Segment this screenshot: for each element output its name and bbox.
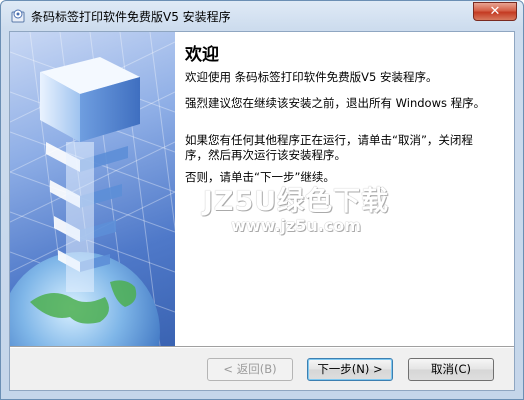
banner-illustration — [10, 32, 175, 346]
title-bar[interactable]: 条码标签打印软件免费版V5 安装程序 ✕ — [1, 1, 523, 31]
wizard-banner-image — [10, 32, 175, 346]
watermark-logo-text: JZ5U绿色下载 — [202, 186, 390, 217]
close-icon: ✕ — [489, 4, 501, 19]
installer-window: 条码标签打印软件免费版V5 安装程序 ✕ 欢迎 欢迎使用 条码标签打印软件免费版… — [0, 0, 524, 400]
site-watermark: JZ5U绿色下载 www.jz5u.com — [191, 179, 401, 235]
cancel-button[interactable]: 取消(C) — [408, 358, 494, 381]
advice-text: 强烈建议您在继续该安装之前，退出所有 Windows 程序。 — [185, 96, 486, 110]
installer-icon — [10, 8, 26, 24]
welcome-text: 欢迎使用 条码标签打印软件免费版V5 安装程序。 — [185, 70, 438, 84]
running-programs-text: 如果您有任何其他程序正在运行，请单击“取消”，关闭程序，然后再次运行该安装程序。 — [185, 133, 473, 162]
window-title: 条码标签打印软件免费版V5 安装程序 — [31, 10, 231, 24]
watermark-url: www.jz5u.com — [231, 216, 361, 235]
back-button[interactable]: < 返回(B) — [207, 358, 293, 381]
page-title: 欢迎 — [185, 45, 219, 65]
button-divider — [10, 346, 514, 348]
close-button[interactable]: ✕ — [473, 2, 517, 21]
next-button[interactable]: 下一步(N) > — [307, 358, 393, 381]
